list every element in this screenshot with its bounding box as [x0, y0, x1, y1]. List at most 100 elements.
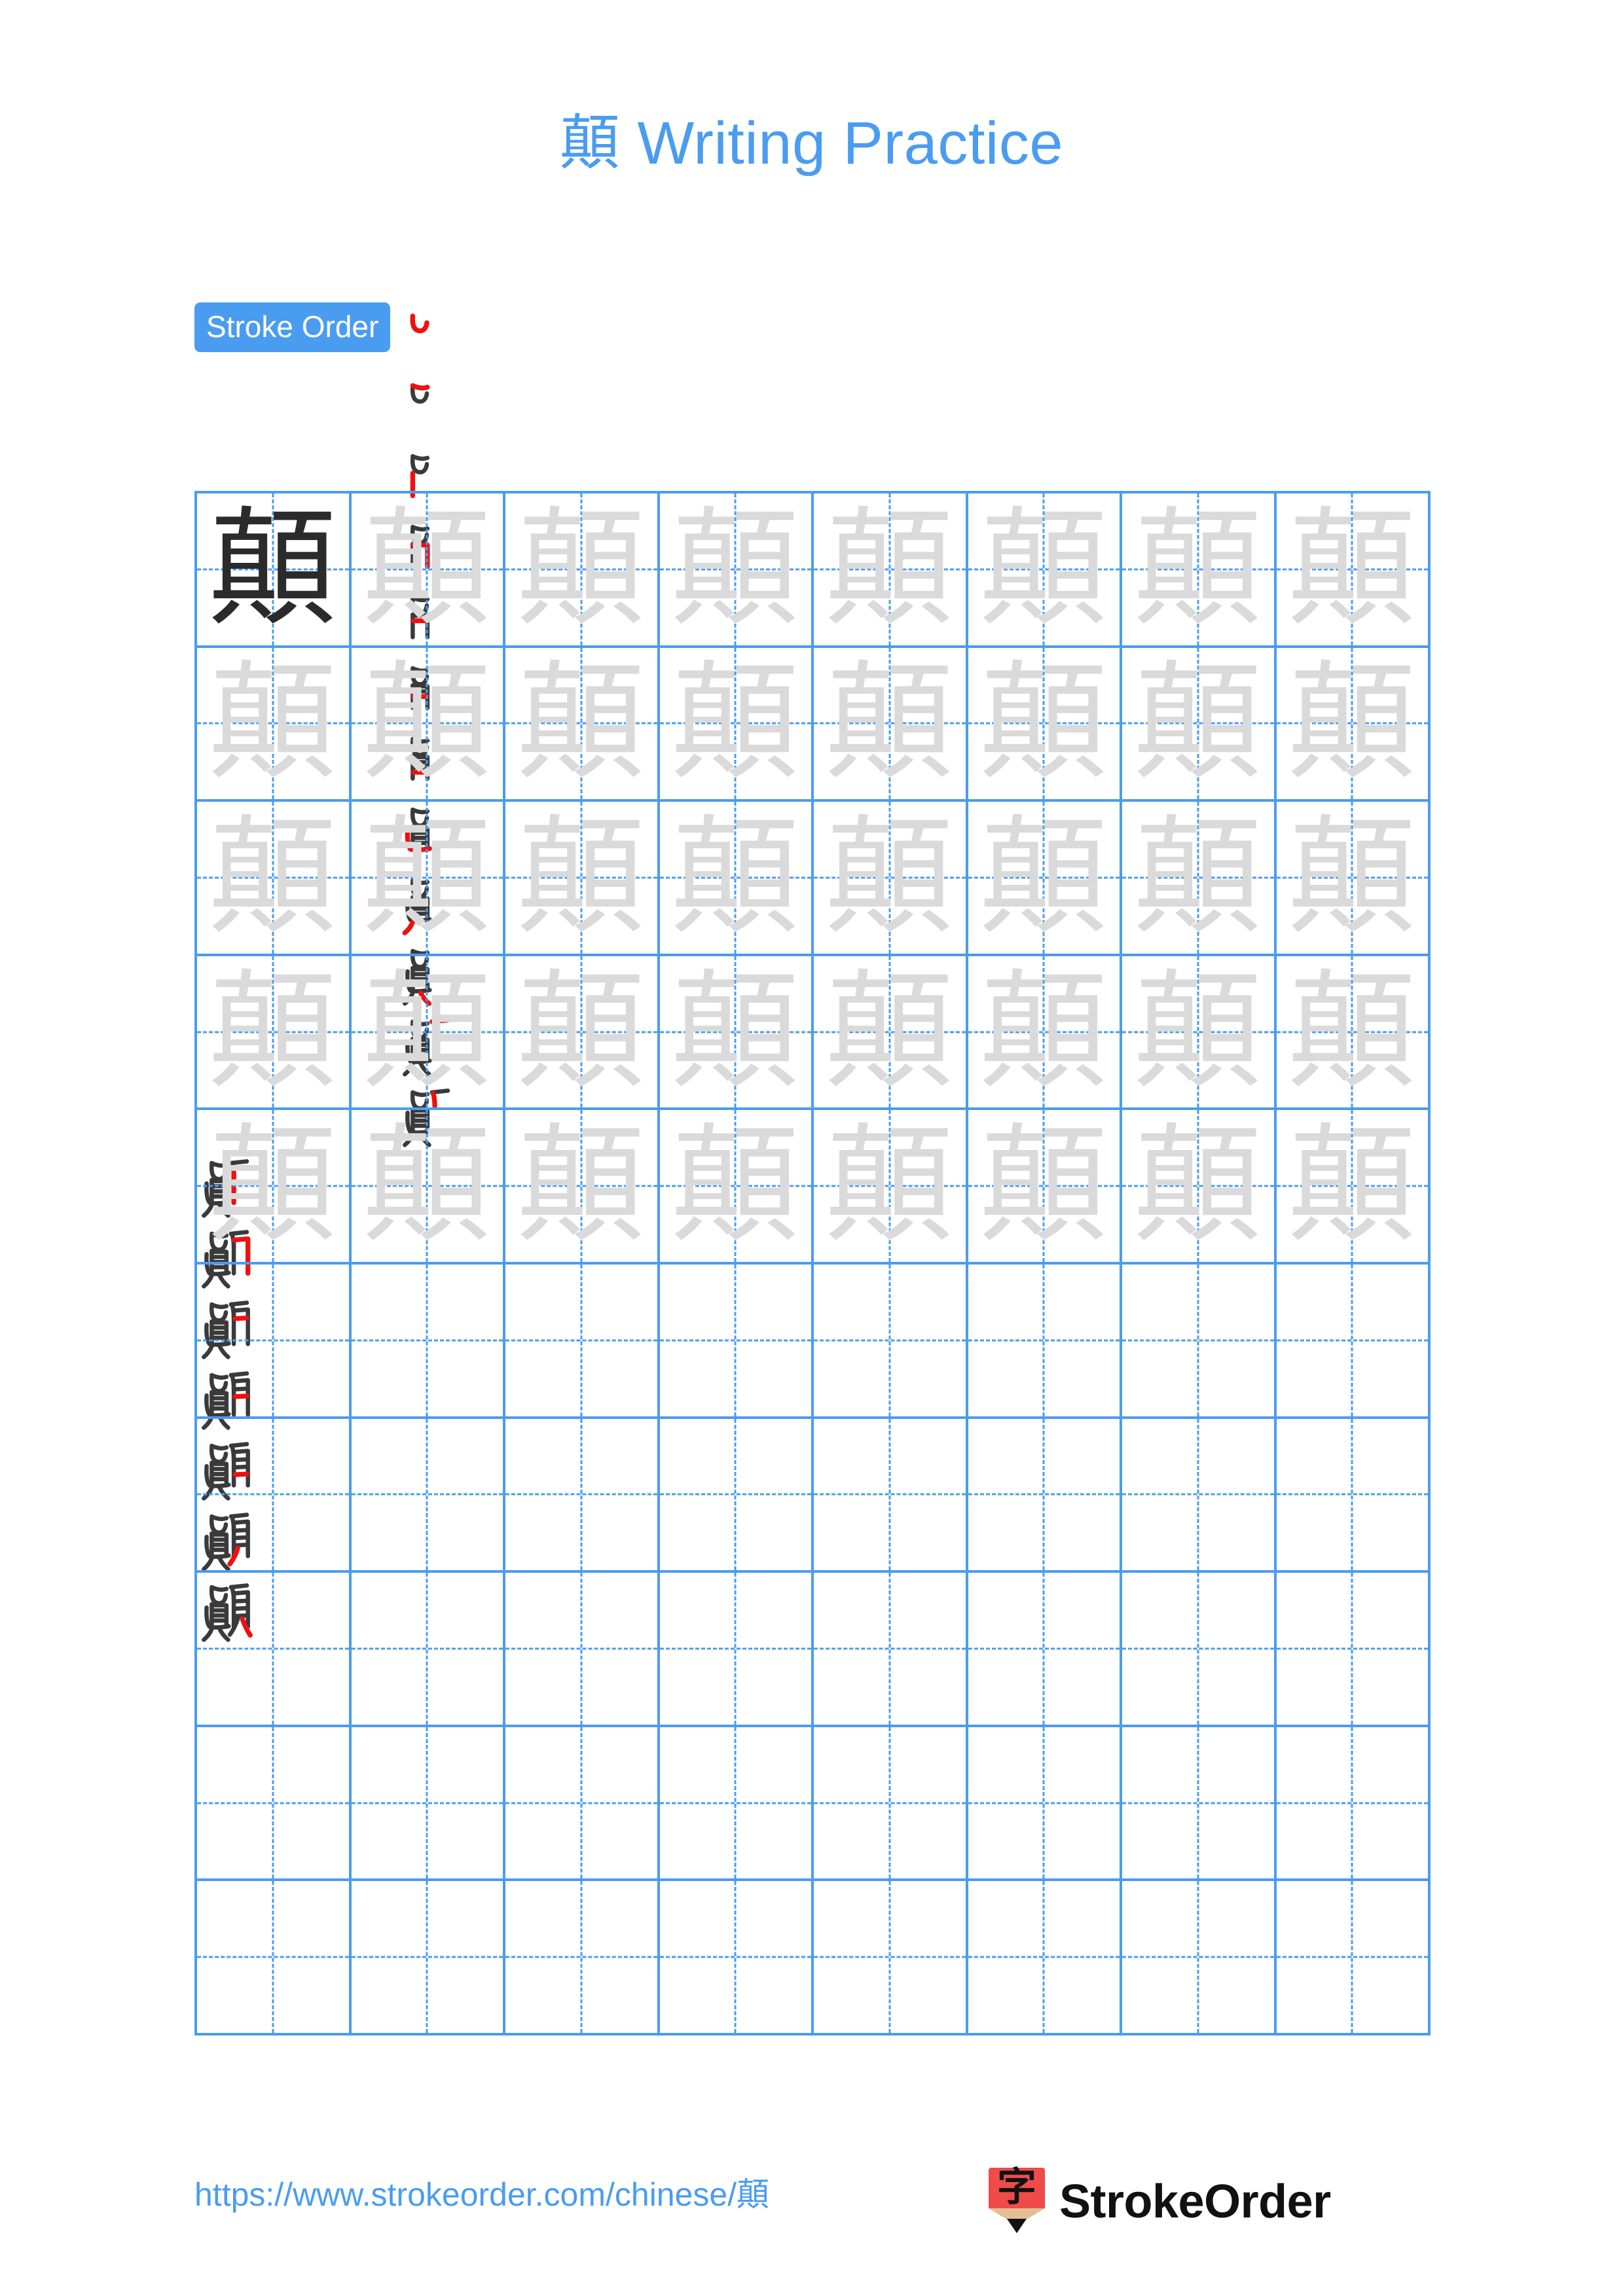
practice-cell[interactable] — [351, 1881, 505, 2036]
practice-cell[interactable]: 顛 — [1276, 1110, 1431, 1265]
trace-character: 顛 — [671, 494, 800, 644]
page-title-text: Writing Practice — [620, 110, 1064, 177]
practice-cell[interactable] — [814, 1881, 968, 2036]
practice-cell[interactable]: 顛 — [505, 493, 660, 648]
practice-cell[interactable] — [814, 1418, 968, 1573]
practice-cell[interactable] — [1122, 1727, 1277, 1882]
practice-cell[interactable] — [814, 1727, 968, 1882]
practice-cell[interactable]: 顛 — [1276, 802, 1431, 956]
practice-cell[interactable]: 顛 — [1276, 493, 1431, 648]
practice-cell[interactable] — [1122, 1265, 1277, 1419]
practice-cell[interactable] — [968, 1265, 1122, 1419]
practice-cell[interactable]: 顛 — [1276, 956, 1431, 1111]
practice-cell[interactable] — [659, 1418, 814, 1573]
practice-cell[interactable] — [197, 1418, 352, 1573]
trace-character: 顛 — [671, 1111, 800, 1261]
trace-character: 顛 — [825, 649, 954, 798]
practice-cell[interactable]: 顛 — [351, 956, 505, 1111]
practice-cell[interactable]: 顛 — [1122, 493, 1277, 648]
practice-cell[interactable]: 顛 — [814, 493, 968, 648]
practice-cell[interactable] — [351, 1727, 505, 1882]
practice-cell[interactable] — [1276, 1881, 1431, 2036]
practice-cell[interactable] — [968, 1727, 1122, 1882]
practice-cell[interactable] — [968, 1573, 1122, 1727]
brand-logo: 字 StrokeOrder — [989, 2168, 1331, 2236]
trace-character: 顛 — [517, 1111, 646, 1261]
practice-cell[interactable] — [197, 1265, 352, 1419]
practice-cell[interactable] — [1276, 1573, 1431, 1727]
practice-cell[interactable]: 顛 — [1122, 802, 1277, 956]
stroke-order-badge: Stroke Order — [194, 302, 391, 352]
practice-cell[interactable]: 顛 — [814, 802, 968, 956]
practice-cell[interactable] — [505, 1418, 660, 1573]
practice-cell[interactable] — [1276, 1727, 1431, 1882]
practice-cell[interactable]: 顛 — [197, 802, 352, 956]
practice-cell[interactable] — [659, 1265, 814, 1419]
practice-grid: 顛顛顛顛顛顛顛顛顛顛顛顛顛顛顛顛顛顛顛顛顛顛顛顛顛顛顛顛顛顛顛顛顛顛顛顛顛顛顛顛 — [194, 491, 1431, 2036]
practice-cell[interactable]: 顛 — [351, 1110, 505, 1265]
practice-cell[interactable]: 顛 — [197, 1110, 352, 1265]
practice-cell[interactable]: 顛 — [505, 802, 660, 956]
practice-cell[interactable]: 顛 — [1122, 1110, 1277, 1265]
practice-cell[interactable]: 顛 — [814, 1110, 968, 1265]
page-title: 顛 Writing Practice — [0, 110, 1623, 177]
practice-cell[interactable] — [197, 1573, 352, 1727]
practice-cell[interactable]: 顛 — [1122, 647, 1277, 802]
practice-cell[interactable] — [814, 1573, 968, 1727]
practice-cell[interactable]: 顛 — [659, 956, 814, 1111]
practice-cell[interactable] — [505, 1881, 660, 2036]
practice-cell[interactable] — [1122, 1573, 1277, 1727]
practice-cell[interactable] — [505, 1727, 660, 1882]
practice-cell[interactable]: 顛 — [968, 956, 1122, 1111]
trace-character: 顛 — [979, 802, 1108, 952]
practice-cell[interactable]: 顛 — [968, 493, 1122, 648]
practice-cell[interactable]: 顛 — [814, 647, 968, 802]
practice-cell[interactable] — [197, 1881, 352, 2036]
practice-cell[interactable]: 顛 — [505, 647, 660, 802]
practice-cell[interactable] — [505, 1573, 660, 1727]
practice-cell[interactable] — [814, 1265, 968, 1419]
practice-cell[interactable]: 顛 — [659, 647, 814, 802]
practice-cell[interactable] — [968, 1881, 1122, 2036]
practice-cell[interactable]: 顛 — [197, 647, 352, 802]
practice-cell[interactable] — [1276, 1265, 1431, 1419]
practice-cell[interactable] — [968, 1418, 1122, 1573]
practice-cell[interactable] — [659, 1573, 814, 1727]
practice-cell[interactable] — [351, 1573, 505, 1727]
trace-character: 顛 — [825, 957, 954, 1107]
trace-character: 顛 — [1133, 494, 1262, 644]
practice-cell[interactable] — [505, 1265, 660, 1419]
trace-character: 顛 — [363, 802, 492, 952]
practice-cell[interactable]: 顛 — [659, 493, 814, 648]
practice-cell[interactable]: 顛 — [659, 802, 814, 956]
practice-cell[interactable]: 顛 — [351, 493, 505, 648]
practice-cell[interactable] — [1122, 1881, 1277, 2036]
trace-character: 顛 — [517, 649, 646, 798]
practice-cell[interactable] — [659, 1881, 814, 2036]
trace-character: 顛 — [1133, 802, 1262, 952]
practice-cell[interactable] — [197, 1727, 352, 1882]
practice-cell[interactable]: 顛 — [197, 956, 352, 1111]
practice-cell[interactable]: 顛 — [197, 493, 352, 648]
practice-cell[interactable] — [351, 1418, 505, 1573]
trace-character: 顛 — [979, 1111, 1108, 1261]
practice-cell[interactable]: 顛 — [505, 956, 660, 1111]
practice-cell[interactable]: 顛 — [351, 647, 505, 802]
practice-cell[interactable] — [1122, 1418, 1277, 1573]
trace-character: 顛 — [979, 957, 1108, 1107]
practice-cell[interactable] — [351, 1265, 505, 1419]
footer-url-link[interactable]: https://www.strokeorder.com/chinese/顛 — [194, 2178, 769, 2211]
practice-cell[interactable]: 顛 — [968, 802, 1122, 956]
practice-cell[interactable]: 顛 — [1122, 956, 1277, 1111]
practice-cell[interactable]: 顛 — [505, 1110, 660, 1265]
practice-cell[interactable] — [1276, 1418, 1431, 1573]
practice-cell[interactable]: 顛 — [968, 1110, 1122, 1265]
pencil-icon: 字 — [989, 2168, 1045, 2236]
practice-cell[interactable]: 顛 — [351, 802, 505, 956]
practice-cell[interactable]: 顛 — [968, 647, 1122, 802]
practice-cell[interactable]: 顛 — [814, 956, 968, 1111]
practice-cell[interactable]: 顛 — [659, 1110, 814, 1265]
practice-cell[interactable] — [659, 1727, 814, 1882]
trace-character: 顛 — [1133, 649, 1262, 798]
practice-cell[interactable]: 顛 — [1276, 647, 1431, 802]
